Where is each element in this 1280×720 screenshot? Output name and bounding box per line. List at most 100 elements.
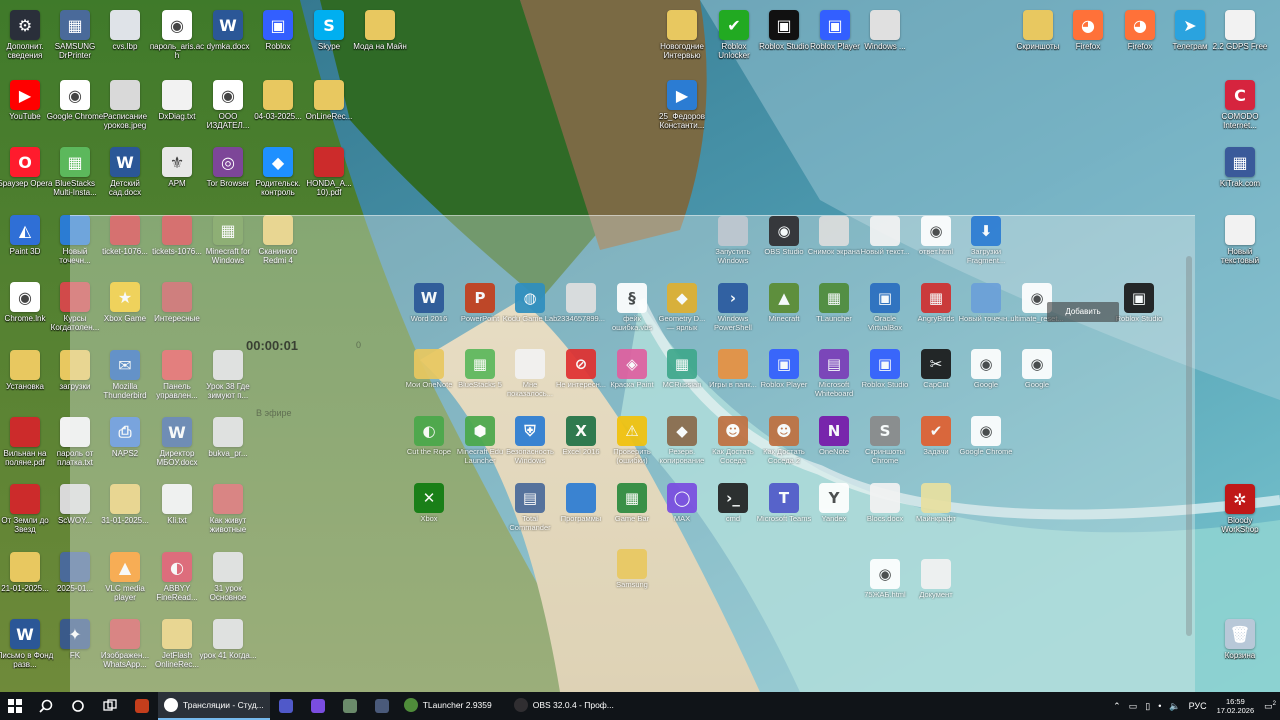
cortana-button[interactable]	[62, 692, 94, 720]
overlay-shortcut[interactable]: ▣ Roblox Studio	[1111, 279, 1167, 339]
overlay-shortcut[interactable]: ◉ ответ.html	[908, 212, 964, 272]
overlay-shortcut[interactable]: Мне показалось...	[502, 345, 558, 405]
chevron-up-icon[interactable]: ⌃	[1109, 701, 1125, 712]
overlay-shortcut[interactable]: X Excel 2016	[553, 412, 609, 472]
overlay-shortcut[interactable]: ▣ Oracle VirtualBox	[857, 279, 913, 339]
overlay-shortcut[interactable]: ▦ AngryBirds	[908, 279, 964, 339]
overlay-shortcut[interactable]: ◍ Kodu Game Lab	[502, 279, 558, 339]
overlay-shortcut[interactable]: ▣ Roblox Studio	[857, 345, 913, 405]
taskbar-pin-powerpoint[interactable]	[126, 692, 158, 720]
overlay-shortcut[interactable]: ◉ Google	[1009, 345, 1065, 405]
clock[interactable]: 16:59 17.02.2026	[1211, 697, 1261, 715]
overlay-shortcut[interactable]: ▣ Roblox Player	[756, 345, 812, 405]
desktop-shortcut[interactable]: 2.2 GDPS Free	[1211, 6, 1269, 68]
desktop-shortcut[interactable]: DxDiag.txt	[148, 76, 206, 138]
overlay-shortcut[interactable]: ▤ Microsoft Whiteboard	[806, 345, 862, 405]
desktop-shortcut[interactable]: ◉ пароль_aris.ach	[148, 6, 206, 68]
desktop-shortcut[interactable]: ▶ 25_Федоров Константи...	[653, 76, 711, 138]
overlay-shortcut[interactable]: ◉ Google	[958, 345, 1014, 405]
overlay-shortcut[interactable]: ⚠ Проверить (ошибки)	[604, 412, 660, 472]
overlay-shortcut[interactable]: Документ	[908, 555, 964, 615]
overlay-shortcut[interactable]: ◯ MAX	[654, 479, 710, 539]
desktop-shortcut[interactable]: ▦ KiTrak.com	[1211, 143, 1269, 205]
desktop-shortcut[interactable]: ▣ Roblox Studio	[755, 6, 813, 68]
desktop-shortcut[interactable]: ◆ Родительск. контроль	[249, 143, 307, 205]
desktop-shortcut[interactable]: W Детский сад.docx	[96, 143, 154, 205]
overlay-shortcut[interactable]: 2334657899...	[553, 279, 609, 339]
overlay-shortcut[interactable]: ⊘ Не интересн...	[553, 345, 609, 405]
overlay-shortcut[interactable]: ◐ Cut the Rope	[401, 412, 457, 472]
desktop-shortcut[interactable]: S Skype	[300, 6, 358, 68]
overlay-shortcut[interactable]: ◆ Резерв. копирование	[654, 412, 710, 472]
taskbar-pin-max[interactable]	[302, 692, 334, 720]
desktop-shortcut[interactable]: Windows ...	[856, 6, 914, 68]
desktop-shortcut[interactable]: ✲ Bloody WorkShop	[1211, 480, 1269, 542]
desktop-shortcut[interactable]: Новогодние Интервью	[653, 6, 711, 68]
taskbar-pin-camera[interactable]	[366, 692, 398, 720]
taskbar-app-chrome[interactable]: Трансляции - Студ...	[158, 692, 270, 720]
overlay-shortcut[interactable]: Программы	[553, 479, 609, 539]
overlay-shortcut[interactable]: W Word 2016	[401, 279, 457, 339]
desktop-shortcut[interactable]: Мода на Майн	[351, 6, 409, 68]
overlay-shortcut[interactable]: P PowerPoint	[452, 279, 508, 339]
overlay-shortcut[interactable]: ◉ OBS Studio	[756, 212, 812, 272]
desktop-shortcut[interactable]: Расписание уроков.jpeg	[96, 76, 154, 138]
desktop-shortcut[interactable]: ▣ Roblox	[249, 6, 307, 68]
overlay-shortcut[interactable]: Y Yandex	[806, 479, 862, 539]
overlay-shortcut[interactable]: Новый текст...	[857, 212, 913, 272]
desktop-shortcut[interactable]: HONDA_A... 10).pdf	[300, 143, 358, 205]
notification-icon[interactable]: ▭2	[1260, 701, 1280, 712]
desktop-shortcut[interactable]: ◕ Firefox	[1059, 6, 1117, 68]
overlay-shortcut[interactable]: Игры в папк...	[705, 345, 761, 405]
overlay-shortcut[interactable]: ☻ Как Достать Соседа	[705, 412, 761, 472]
volume-icon[interactable]: 🔈	[1165, 701, 1184, 712]
overlay-shortcut[interactable]: Blocs.docx	[857, 479, 913, 539]
mic-icon[interactable]: •	[1154, 701, 1165, 711]
taskbar-pin-teams[interactable]	[270, 692, 302, 720]
language-indicator[interactable]: РУС	[1185, 701, 1211, 711]
overlay-shortcut[interactable]: ⬢ Minecraft Edu Launcher	[452, 412, 508, 472]
desktop-shortcut[interactable]: 04-03-2025...	[249, 76, 307, 138]
desktop-shortcut[interactable]: 🗑 Корзина	[1211, 615, 1269, 677]
start-button[interactable]	[0, 692, 30, 720]
overlay-shortcut[interactable]: ◆ Geometry D... — ярлык	[654, 279, 710, 339]
overlay-shortcut[interactable]: ✔ Задачи	[908, 412, 964, 472]
overlay-shortcut[interactable]: Samsung	[604, 545, 660, 605]
battery-icon[interactable]: ▯	[1141, 701, 1154, 712]
overlay-shortcut[interactable]: ⬇ Загрузки Fragment...	[958, 212, 1014, 272]
overlay-shortcut[interactable]: › Windows PowerShell	[705, 279, 761, 339]
overlay-shortcut[interactable]: S Скриншоты Chrome	[857, 412, 913, 472]
overlay-shortcut[interactable]: ⛨ Безопасность Windows	[502, 412, 558, 472]
overlay-shortcut[interactable]: Новый точечн...	[958, 279, 1014, 339]
taskbar-app-tlauncher[interactable]: TLauncher 2.9359	[398, 692, 508, 720]
task-view-button[interactable]	[94, 692, 126, 720]
overlay-shortcut[interactable]: ◉ 75ЖАБ.html	[857, 555, 913, 615]
overlay-scrollbar[interactable]	[1186, 256, 1192, 636]
overlay-shortcut[interactable]: Мои OneNote	[401, 345, 457, 405]
overlay-shortcut[interactable]: ◉ Google Chrome	[958, 412, 1014, 472]
overlay-shortcut[interactable]: ☻ Как Достать Соседа 2	[756, 412, 812, 472]
overlay-shortcut[interactable]: ▦ MCRussian	[654, 345, 710, 405]
overlay-shortcut[interactable]: ▦ TLauncher	[806, 279, 862, 339]
desktop-shortcut[interactable]: Новый текстовый	[1211, 211, 1269, 273]
taskbar-pin-app[interactable]	[334, 692, 366, 720]
desktop-shortcut[interactable]: C COMODO Internet...	[1211, 76, 1269, 138]
overlay-shortcut[interactable]: ✕ Xbox	[401, 479, 457, 539]
overlay-shortcut[interactable]: ▦ BlueStacks 5	[452, 345, 508, 405]
overlay-shortcut[interactable]: ▦ Game Bar	[604, 479, 660, 539]
taskbar-app-obs[interactable]: OBS 32.0.4 - Проф...	[508, 692, 620, 720]
overlay-shortcut[interactable]: T Microsoft Teams	[756, 479, 812, 539]
overlay-shortcut[interactable]: ◈ Краска Paint	[604, 345, 660, 405]
desktop-shortcut[interactable]: cvs.lbp	[96, 6, 154, 68]
network-icon[interactable]: ▭	[1125, 701, 1142, 712]
overlay-shortcut[interactable]: ✂ CapCut	[908, 345, 964, 405]
desktop-shortcut[interactable]: ⚜ АРМ	[148, 143, 206, 205]
overlay-shortcut[interactable]: N OneNote	[806, 412, 862, 472]
overlay-shortcut[interactable]: ▤ Total Commander	[502, 479, 558, 539]
overlay-shortcut[interactable]: Снимок экрана	[806, 212, 862, 272]
overlay-shortcut[interactable]: Майнкрафт	[908, 479, 964, 539]
overlay-shortcut[interactable]: ›_ cmd	[705, 479, 761, 539]
overlay-shortcut[interactable]: ▲ Minecraft	[756, 279, 812, 339]
overlay-shortcut[interactable]: § фейк ошибка.vbs	[604, 279, 660, 339]
overlay-shortcut[interactable]: Запустить Windows Defend...	[705, 212, 761, 272]
